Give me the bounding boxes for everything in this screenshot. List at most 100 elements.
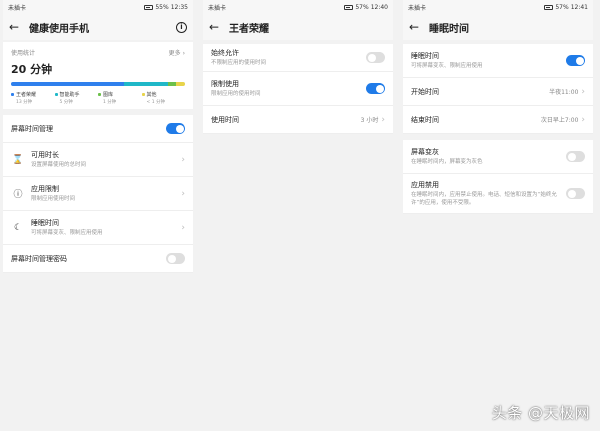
legend-name: 王者荣耀: [16, 92, 37, 98]
legend-item: 智能助手 5 分钟: [54, 91, 99, 105]
usage-bar-segment: [176, 82, 185, 86]
usage-bar: [11, 82, 185, 86]
sleep-time-subtitle: 可将屏幕变灰、限制应用使用: [31, 229, 103, 236]
chevron-right-icon: ›: [182, 50, 185, 57]
hourglass-icon: ⌛: [12, 154, 24, 165]
page-title: 睡眠时间: [429, 23, 469, 35]
limit-use-subtitle: 限制应用的使用时间: [211, 90, 261, 97]
sleep-time-title: 睡眠时间: [31, 218, 59, 227]
chevron-right-icon: ›: [381, 114, 385, 125]
chevron-right-icon: ›: [181, 222, 185, 233]
always-allow-row: 始终允许 不限制应用的使用时间: [203, 44, 393, 72]
chevron-right-icon: ›: [581, 114, 585, 125]
screen-time-password-toggle[interactable]: [166, 253, 185, 264]
clock: 12:40: [370, 3, 388, 11]
chevron-right-icon: ›: [181, 188, 185, 199]
arrow-left-icon[interactable]: ←: [209, 21, 219, 33]
alert-circle-icon: ⓘ: [13, 190, 23, 200]
start-time-value: 半夜11:00: [549, 89, 579, 96]
usage-stats-card[interactable]: 使用统计 更多 › 20 分钟 王者荣耀 13 分钟 智能助手 5 分钟 图库 1 分钟 其…: [3, 42, 193, 109]
info-icon[interactable]: i: [176, 21, 187, 33]
usage-label: 使用统计: [11, 50, 36, 57]
always-allow-title: 始终允许: [211, 48, 239, 57]
battery-icon: [344, 4, 354, 10]
status-bar: 未插卡 55% 12:35: [3, 0, 193, 14]
end-time-row[interactable]: 结束时间 次日早上7:00 ›: [403, 106, 593, 134]
chevron-right-icon: ›: [181, 154, 185, 165]
sleep-time-row[interactable]: ☾ 睡眠时间 可将屏幕变灰、限制应用使用 ›: [3, 211, 193, 245]
usage-time-title: 使用时间: [211, 115, 239, 124]
sleep-time-subtitle: 可将屏幕变灰、限制应用使用: [411, 62, 483, 69]
legend-item: 王者荣耀 13 分钟: [11, 91, 55, 105]
sleep-time-row: 睡眠时间 可将屏幕变灰、限制应用使用: [403, 44, 593, 78]
usage-bar-segment: [11, 82, 125, 86]
end-time-value: 次日早上7:00: [540, 117, 579, 124]
app-bar: ← 王者荣耀: [203, 14, 393, 40]
battery-icon: [544, 4, 554, 10]
app-bar: ← 健康使用手机 i: [3, 14, 193, 40]
page-title: 王者荣耀: [229, 23, 269, 35]
legend-value: 1 分钟: [103, 100, 117, 105]
sleep-time-title: 睡眠时间: [411, 51, 439, 60]
app-limit-title: 应用限制: [31, 184, 59, 193]
screen-gray-toggle[interactable]: [566, 151, 585, 162]
legend-value: 13 分钟: [16, 100, 33, 105]
sleep-time-toggle[interactable]: [566, 55, 585, 66]
carrier-label: 未插卡: [8, 4, 27, 12]
limit-use-title: 限制使用: [211, 79, 239, 88]
usage-time-row[interactable]: 使用时间 3 小时 ›: [203, 106, 393, 134]
start-time-title: 开始时间: [411, 87, 439, 96]
carrier-label: 未插卡: [408, 4, 427, 12]
watermark: 头条 @天极网: [491, 404, 590, 422]
app-ban-row: 应用禁用 在睡眠时间内，应用禁止使用。电话、短信和设置为“始终允许”的应用，使用…: [403, 174, 593, 214]
app-limit-row[interactable]: ⓘ 应用限制 限制应用使用时间 ›: [3, 177, 193, 211]
clock: 12:35: [170, 3, 188, 11]
app-ban-title: 应用禁用: [411, 181, 439, 190]
chevron-right-icon: ›: [581, 86, 585, 97]
screen-time-manage-row: 屏幕时间管理: [3, 115, 193, 143]
battery-level: 57%: [355, 3, 369, 11]
screen-time-manage-label: 屏幕时间管理: [11, 124, 53, 133]
limit-use-toggle[interactable]: [366, 83, 385, 94]
legend-value: 5 分钟: [59, 100, 73, 105]
usage-bar-segment: [167, 82, 177, 86]
end-time-title: 结束时间: [411, 115, 439, 124]
legend-name: 智能助手: [59, 92, 80, 98]
usage-legend: 王者荣耀 13 分钟 智能助手 5 分钟 图库 1 分钟 其他 < 1 分钟: [11, 91, 185, 105]
screen-time-manage-toggle[interactable]: [166, 123, 185, 134]
screen-gray-row: 屏幕变灰 在睡眠时间内，屏幕变为灰色: [403, 140, 593, 174]
battery-level: 55%: [155, 3, 169, 11]
always-allow-toggle[interactable]: [366, 52, 385, 63]
clock: 12:41: [570, 3, 588, 11]
legend-dot: [54, 93, 58, 96]
moon-icon: ☾: [13, 222, 23, 233]
arrow-left-icon[interactable]: ←: [9, 21, 19, 33]
status-bar: 未插卡 57% 12:40: [203, 0, 393, 14]
available-time-subtitle: 设置屏幕使用的总时间: [31, 161, 87, 168]
screen-time-password-row: 屏幕时间管理密码: [3, 245, 193, 273]
legend-name: 图库: [103, 92, 114, 98]
limit-use-row: 限制使用 限制应用的使用时间: [203, 72, 393, 106]
start-time-row[interactable]: 开始时间 半夜11:00 ›: [403, 78, 593, 106]
app-limit-subtitle: 限制应用使用时间: [31, 195, 76, 202]
carrier-label: 未插卡: [208, 4, 227, 12]
battery-icon: [144, 4, 154, 10]
more-link[interactable]: 更多 ›: [169, 48, 185, 57]
app-ban-toggle[interactable]: [566, 188, 585, 199]
screen-gray-title: 屏幕变灰: [411, 147, 439, 156]
screen-gray-subtitle: 在睡眠时间内，屏幕变为灰色: [411, 158, 483, 165]
legend-value: < 1 分钟: [146, 100, 166, 105]
screen-time-password-label: 屏幕时间管理密码: [11, 254, 67, 263]
screen-health-usage: 未插卡 55% 12:35 ← 健康使用手机 i 使用统计 更多 › 20 分钟…: [3, 0, 193, 431]
screen-sleep-time: 未插卡 57% 12:41 ← 睡眠时间 睡眠时间 可将屏幕变灰、限制应用使用 …: [403, 0, 593, 431]
screen-app-detail: 未插卡 57% 12:40 ← 王者荣耀 始终允许 不限制应用的使用时间 限制使…: [203, 0, 393, 431]
arrow-left-icon[interactable]: ←: [409, 21, 419, 33]
available-time-title: 可用时长: [31, 150, 59, 159]
usage-bar-segment: [124, 82, 168, 86]
legend-dot: [98, 93, 101, 96]
legend-name: 其他: [146, 92, 157, 98]
app-bar: ← 睡眠时间: [403, 14, 593, 40]
status-bar: 未插卡 57% 12:41: [403, 0, 593, 14]
available-time-row[interactable]: ⌛ 可用时长 设置屏幕使用的总时间 ›: [3, 143, 193, 177]
usage-total: 20 分钟: [11, 63, 53, 76]
